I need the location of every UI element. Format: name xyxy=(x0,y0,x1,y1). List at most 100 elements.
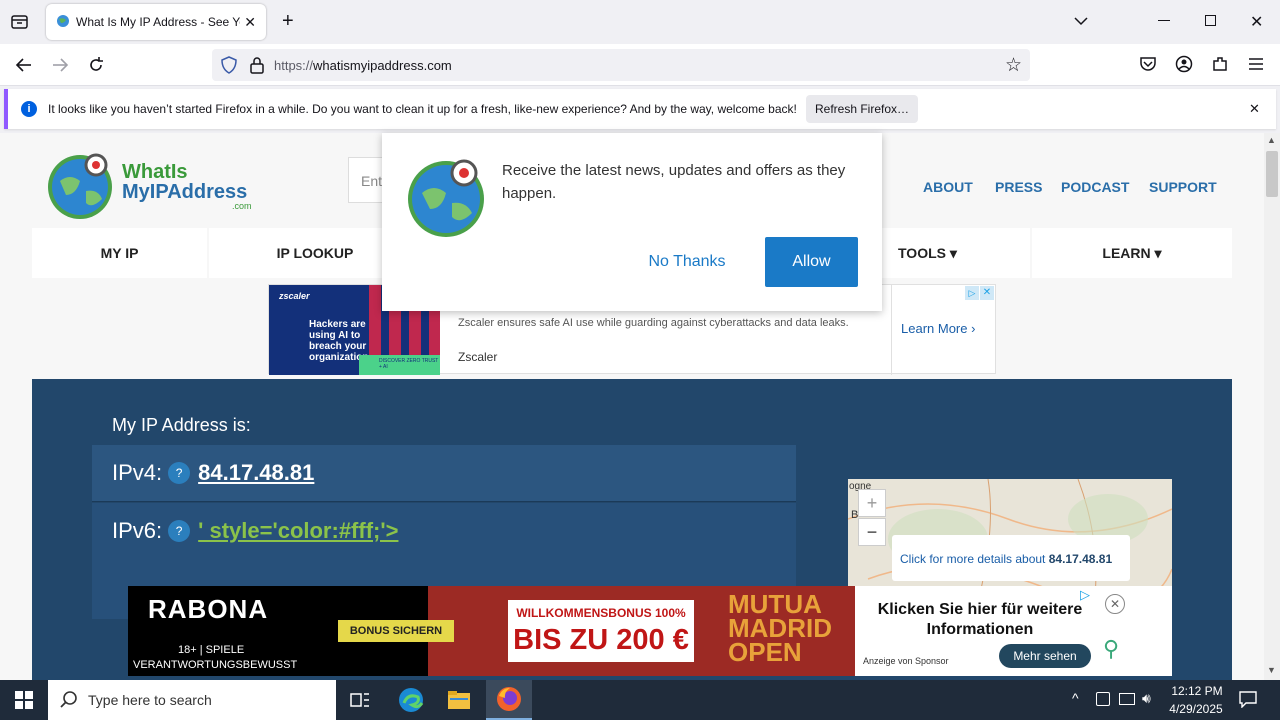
notice-message: It looks like you haven’t started Firefo… xyxy=(48,102,797,116)
lock-icon[interactable] xyxy=(249,56,265,79)
close-notice-icon[interactable]: ✕ xyxy=(1249,101,1260,117)
ad-close-circle-icon[interactable]: ✕ xyxy=(1105,594,1125,614)
clock-date[interactable]: 4/29/2025 xyxy=(1166,702,1226,716)
rabona-age: 18+ | SPIELE xyxy=(178,644,245,656)
ad-learn-more-label: Learn More xyxy=(901,321,968,336)
notification-bar: It looks like you haven’t started Firefo… xyxy=(4,89,1276,129)
mehr-sehen-button[interactable]: Mehr sehen xyxy=(999,644,1091,668)
ad-learn-more-link[interactable]: Learn More › xyxy=(901,321,975,336)
welcome-bonus: WILLKOMMENSBONUS 100% xyxy=(516,606,686,620)
logo-line1: WhatIs xyxy=(122,161,188,183)
allow-button[interactable]: Allow xyxy=(765,237,858,287)
bookmark-star-icon[interactable]: ☆ xyxy=(1005,54,1022,77)
url-host: whatismyipaddress.com xyxy=(313,57,452,73)
ipv6-row: IPv6: ? ' style='color:#fff;'> xyxy=(92,503,796,559)
map-zoom-in-button[interactable]: + xyxy=(858,489,886,517)
menu-my-ip[interactable]: MY IP xyxy=(32,228,207,278)
ad-advertiser: Zscaler xyxy=(458,350,498,364)
scroll-down-icon[interactable]: ▼ xyxy=(1267,665,1276,675)
adchoices-icon[interactable]: ▷ xyxy=(1080,587,1090,603)
globe-logo-icon xyxy=(408,159,484,237)
menu-learn[interactable]: LEARN ▾ xyxy=(1032,228,1232,278)
tracking-protection-shield-icon[interactable] xyxy=(221,56,237,79)
extensions-icon[interactable] xyxy=(1211,55,1229,78)
minimize-icon[interactable] xyxy=(1158,20,1170,21)
rabona-brand: RABONA xyxy=(148,594,269,624)
adchoices-icon[interactable]: ▷ xyxy=(965,286,979,300)
search-placeholder: Ent xyxy=(361,173,383,189)
ad-close-icon[interactable]: ✕ xyxy=(980,286,994,300)
ad-brand: zscaler xyxy=(279,291,310,301)
logo-line2: MyIPAddress xyxy=(122,181,248,203)
ipv4-help-icon[interactable]: ? xyxy=(168,462,191,484)
site-logo[interactable]: WhatIs MyIPAddress .com xyxy=(46,151,256,223)
bonus-sichern-button[interactable]: BONUS SICHERN xyxy=(338,620,454,642)
browser-tab[interactable]: What Is My IP Address - See Yo ✕ xyxy=(46,4,266,40)
ipv6-help-icon[interactable]: ? xyxy=(168,520,191,542)
windows-start-icon[interactable] xyxy=(15,691,33,714)
ipv6-value-link[interactable]: ' style='color:#fff;'> xyxy=(198,518,398,544)
back-icon[interactable] xyxy=(14,55,34,80)
restore-icon[interactable] xyxy=(1205,15,1216,26)
tab-list-icon[interactable] xyxy=(10,13,30,31)
account-icon[interactable] xyxy=(1175,55,1193,78)
bottom-banner-ad[interactable]: RABONA BONUS SICHERN 18+ | SPIELE VERANT… xyxy=(128,586,1172,676)
close-tab-icon[interactable]: ✕ xyxy=(244,14,256,31)
reload-icon[interactable] xyxy=(86,55,106,80)
ipv4-row: IPv4: ? 84.17.48.81 xyxy=(92,445,796,501)
close-window-icon[interactable]: ✕ xyxy=(1250,12,1263,32)
firefox-taskbar-button[interactable] xyxy=(486,680,532,720)
network-icon[interactable] xyxy=(1119,693,1135,705)
scrollbar-thumb[interactable] xyxy=(1266,151,1278,197)
scroll-up-icon[interactable]: ▲ xyxy=(1267,135,1276,145)
map-popup-ip: 84.17.48.81 xyxy=(1048,552,1113,566)
url-scheme: https:// xyxy=(274,57,314,73)
ipv4-value-link[interactable]: 84.17.48.81 xyxy=(198,460,314,486)
tab-title: What Is My IP Address - See Yo xyxy=(76,15,241,29)
edge-taskbar-icon[interactable] xyxy=(398,687,424,718)
list-all-tabs-icon[interactable] xyxy=(1072,12,1090,35)
file-explorer-taskbar-icon[interactable] xyxy=(447,689,471,716)
ad-cta-small: DISCOVER ZERO TRUST + AI xyxy=(359,355,440,375)
task-view-icon[interactable] xyxy=(350,691,370,714)
ad-sponsor-logo-icon: ⚲ xyxy=(1103,636,1120,661)
map-zoom-out-button[interactable]: − xyxy=(858,518,886,546)
menu-hamburger-icon[interactable] xyxy=(1248,57,1264,76)
map-popup-prefix: Click for more details about xyxy=(900,552,1049,566)
info-icon: i xyxy=(21,101,37,117)
device-tray-icon[interactable] xyxy=(1096,692,1110,706)
no-thanks-button[interactable]: No Thanks xyxy=(632,237,742,287)
rabona-ad-image: RABONA BONUS SICHERN 18+ | SPIELE VERANT… xyxy=(128,586,855,676)
refresh-firefox-button[interactable]: Refresh Firefox… xyxy=(806,95,918,123)
forward-icon[interactable] xyxy=(50,55,70,80)
nav-link-press[interactable]: PRESS xyxy=(995,179,1042,195)
taskbar-search-input[interactable]: Type here to search xyxy=(48,680,336,720)
nav-link-podcast[interactable]: PODCAST xyxy=(1061,179,1129,195)
taskbar-search-placeholder: Type here to search xyxy=(88,692,212,708)
pocket-icon[interactable] xyxy=(1139,56,1157,77)
logo-line3: .com xyxy=(232,201,252,211)
ipv6-label: IPv6: xyxy=(112,518,163,543)
address-bar[interactable]: https://whatismyipaddress.com xyxy=(212,49,1030,81)
ad-click-text: Klicken Sie hier für weitere Information… xyxy=(877,601,1083,638)
globe-favicon-icon xyxy=(56,14,70,31)
event-line3: OPEN xyxy=(728,637,802,667)
notifications-icon[interactable] xyxy=(1238,690,1258,713)
rabona-resp: VERANTWORTUNGSBEWUSST xyxy=(133,659,298,671)
ad-body: Zscaler ensures safe AI use while guardi… xyxy=(458,317,849,329)
new-tab-button[interactable]: + xyxy=(282,10,294,33)
map-popup[interactable]: Click for more details about 84.17.48.81 xyxy=(892,535,1130,581)
show-hidden-icons[interactable]: ^ xyxy=(1072,690,1079,706)
ad-sponsor-label: Anzeige von Sponsor xyxy=(863,656,949,666)
firefox-icon xyxy=(497,687,521,711)
nav-link-about[interactable]: ABOUT xyxy=(923,179,973,195)
clock-time[interactable]: 12:12 PM xyxy=(1170,684,1224,698)
popup-message: Receive the latest news, updates and off… xyxy=(502,162,846,202)
push-notification-popup: Receive the latest news, updates and off… xyxy=(382,133,882,311)
nav-link-support[interactable]: SUPPORT xyxy=(1149,179,1217,195)
chevron-right-icon: › xyxy=(971,321,976,336)
search-icon xyxy=(60,690,78,713)
ipv4-label: IPv4: xyxy=(112,460,163,485)
page-scrollbar[interactable]: ▲ ▼ xyxy=(1264,133,1280,680)
volume-icon[interactable]: 🔊︎ xyxy=(1142,690,1151,707)
